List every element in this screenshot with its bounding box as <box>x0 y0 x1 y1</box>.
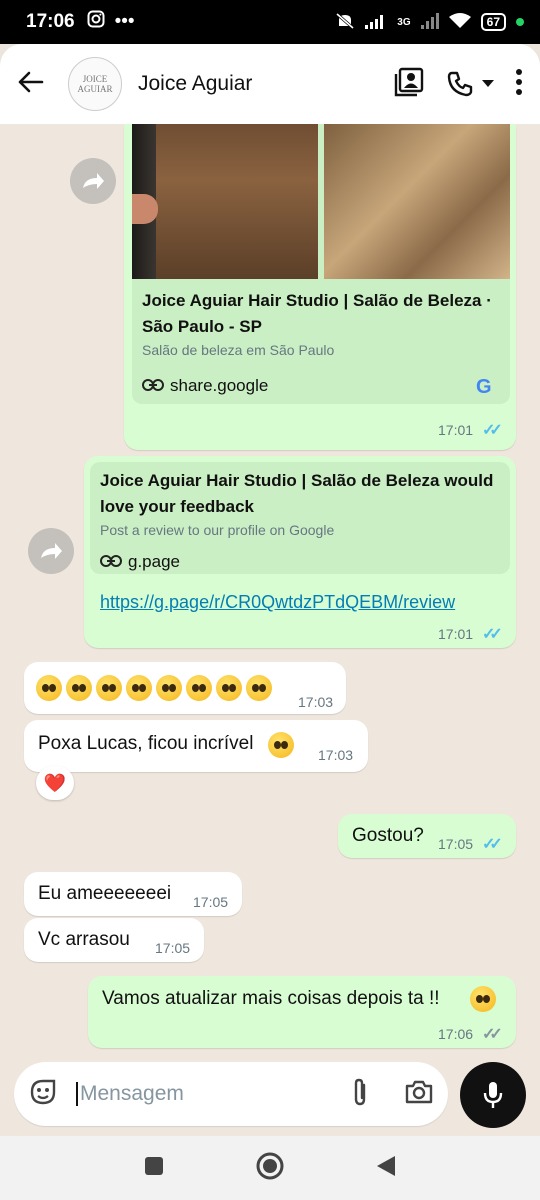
message-time: 17:03 <box>318 747 354 763</box>
pleading-face-emoji <box>36 675 62 701</box>
preview-domain: share.google <box>170 376 269 395</box>
google-icon: G <box>476 376 492 398</box>
contact-card-icon[interactable] <box>394 67 424 102</box>
back-button[interactable] <box>375 1154 397 1183</box>
home-button[interactable] <box>255 1151 285 1186</box>
message-input-container[interactable]: Mensagem <box>14 1062 448 1126</box>
preview-image-left <box>132 124 318 279</box>
status-bar: 17:06 ••• 3G 67 <box>0 0 540 44</box>
network-type: 3G <box>397 16 411 28</box>
pleading-face-emoji <box>216 675 242 701</box>
message-text: Vc arrasou <box>38 929 130 950</box>
review-link[interactable]: https://g.page/r/CR0QwtdzPTdQEBM/review <box>100 592 455 613</box>
preview-subtitle: Salão de beleza em São Paulo <box>142 342 335 358</box>
sticker-icon[interactable] <box>28 1077 58 1112</box>
camera-icon[interactable] <box>404 1079 434 1110</box>
message-input[interactable]: Mensagem <box>76 1082 184 1106</box>
pleading-face-emoji <box>186 675 212 701</box>
emoji-row <box>36 675 276 701</box>
message-bubble-text[interactable]: Vc arrasou 17:05 <box>24 918 204 962</box>
message-text: Poxa Lucas, ficou incrível <box>38 733 254 754</box>
avatar-logo-bottom: AGUIAR <box>77 84 113 94</box>
message-time: 17:05 <box>438 836 474 852</box>
message-text: Vamos atualizar mais coisas depois ta !! <box>102 988 440 1009</box>
microphone-icon <box>483 1082 503 1108</box>
call-icon[interactable] <box>446 70 494 98</box>
pleading-face-emoji <box>268 732 294 758</box>
reaction-heart[interactable]: ❤️ <box>36 766 74 800</box>
preview-title: Joice Aguiar Hair Studio | Salão de Bele… <box>100 471 494 516</box>
mute-icon <box>335 12 355 33</box>
preview-title: Joice Aguiar Hair Studio | Salão de Bele… <box>142 291 492 336</box>
avatar-logo-top: JOICE <box>82 74 108 84</box>
contact-avatar[interactable]: JOICE AGUIAR <box>68 57 122 111</box>
message-text: Gostou? <box>352 825 424 846</box>
message-bubble-text[interactable]: Gostou? 17:05 ✓✓ <box>338 814 516 858</box>
chat-header: JOICE AGUIAR Joice Aguiar <box>0 44 540 124</box>
read-receipt-icon: ✓✓ <box>482 836 503 853</box>
more-notifications-icon: ••• <box>114 11 135 32</box>
preview-domain: g.page <box>128 552 180 571</box>
pleading-face-emoji <box>66 675 92 701</box>
signal-icon <box>365 13 387 32</box>
pleading-face-emoji <box>156 675 182 701</box>
read-receipt-icon: ✓✓ <box>482 626 503 643</box>
message-bubble-link-2[interactable]: Joice Aguiar Hair Studio | Salão de Bele… <box>84 456 516 648</box>
chevron-down-icon <box>482 80 494 87</box>
attach-icon[interactable] <box>350 1077 370 1112</box>
instagram-icon <box>87 10 105 34</box>
message-time: 17:01 <box>438 422 474 438</box>
preview-subtitle: Post a review to our profile on Google <box>100 522 335 538</box>
composer-bar: Mensagem <box>0 1058 540 1136</box>
signal-2-icon <box>420 12 439 32</box>
star-struck-emoji <box>470 986 496 1012</box>
message-time: 17:05 <box>155 940 191 956</box>
voice-record-button[interactable] <box>460 1062 526 1128</box>
read-receipt-icon: ✓✓ <box>482 422 503 439</box>
forward-button[interactable] <box>70 158 116 204</box>
message-bubble-link-1[interactable]: Joice Aguiar Hair Studio | Salão de Bele… <box>124 124 516 450</box>
preview-image-right <box>324 124 510 279</box>
pleading-face-emoji <box>96 675 122 701</box>
message-time: 17:01 <box>438 626 474 642</box>
message-bubble-text[interactable]: Eu ameeeeeeei 17:05 <box>24 872 242 916</box>
status-time: 17:06 <box>26 11 75 32</box>
message-text: Eu ameeeeeeei <box>38 883 172 904</box>
link-preview-card[interactable]: Joice Aguiar Hair Studio | Salão de Bele… <box>132 124 510 404</box>
link-chain-icon <box>100 554 122 572</box>
message-bubble-emojis[interactable]: 17:03 <box>24 662 346 714</box>
privacy-dot <box>516 18 524 26</box>
message-bubble-text[interactable]: Poxa Lucas, ficou incrível 17:03 <box>24 720 368 772</box>
contact-name[interactable]: Joice Aguiar <box>138 72 252 96</box>
more-options-icon[interactable] <box>516 68 522 100</box>
forward-button[interactable] <box>28 528 74 574</box>
chat-area[interactable]: Joice Aguiar Hair Studio | Salão de Bele… <box>0 124 540 1058</box>
system-navigation-bar <box>0 1136 540 1200</box>
link-preview-card[interactable]: Joice Aguiar Hair Studio | Salão de Bele… <box>90 462 510 574</box>
delivered-receipt-icon: ✓✓ <box>482 1026 503 1043</box>
message-time: 17:05 <box>193 894 229 910</box>
wifi-icon <box>448 12 471 32</box>
recents-button[interactable] <box>143 1155 165 1182</box>
link-chain-icon <box>142 378 164 396</box>
pleading-face-emoji <box>126 675 152 701</box>
battery-indicator: 67 <box>480 13 506 31</box>
message-time: 17:06 <box>438 1026 474 1042</box>
message-bubble-text[interactable]: Vamos atualizar mais coisas depois ta !!… <box>88 976 516 1048</box>
pleading-face-emoji <box>246 675 272 701</box>
back-arrow-icon[interactable] <box>18 67 52 101</box>
message-time: 17:03 <box>298 694 334 710</box>
